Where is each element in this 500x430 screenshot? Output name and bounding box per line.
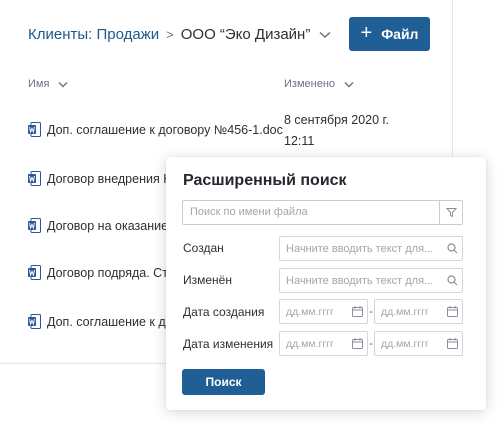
file-name: Договор подряда. Стро — [47, 265, 182, 280]
calendar-icon[interactable] — [442, 338, 462, 349]
created-by-placeholder: Начните вводить текст для... — [286, 242, 434, 255]
file-row[interactable]: Доп. соглашение к дого — [28, 314, 184, 329]
file-name: Доп. соглашение к дого — [47, 314, 184, 329]
date-range-separator: - — [369, 336, 373, 350]
created-date-from-input[interactable]: дд.мм.гггг — [279, 299, 368, 324]
calendar-icon[interactable] — [347, 338, 367, 349]
file-name: Доп. соглашение к договору №456-1.doc — [47, 122, 283, 137]
word-document-icon — [28, 171, 41, 186]
breadcrumb-separator: > — [166, 27, 174, 42]
created-label: Создан — [183, 241, 224, 255]
add-file-button[interactable]: + Файл — [349, 17, 430, 51]
add-file-label: Файл — [381, 26, 419, 42]
popup-title: Расширенный поиск — [183, 172, 347, 189]
created-date-to-input[interactable]: дд.мм.гггг — [374, 299, 463, 324]
chevron-down-icon — [344, 81, 354, 88]
date-placeholder: дд.мм.гггг — [286, 337, 334, 350]
word-document-icon — [28, 314, 41, 329]
search-icon — [442, 243, 462, 254]
word-document-icon — [28, 265, 41, 280]
file-name: Договор на оказание ус — [47, 218, 184, 233]
calendar-icon[interactable] — [347, 306, 367, 317]
search-icon — [442, 275, 462, 286]
date-placeholder: дд.мм.гггг — [381, 305, 429, 318]
file-row[interactable]: Договор подряда. Стро — [28, 265, 182, 280]
date-range-separator: - — [369, 304, 373, 318]
modified-date-label: Дата изменения — [183, 337, 274, 351]
search-button[interactable]: Поиск — [182, 369, 265, 395]
date-placeholder: дд.мм.гггг — [381, 337, 429, 350]
column-header-modified[interactable]: Изменено — [284, 78, 354, 90]
breadcrumb-current: ООО “Эко Дизайн” — [180, 26, 311, 43]
breadcrumb-link[interactable]: Клиенты: Продажи — [28, 26, 159, 43]
advanced-search-popup: Расширенный поиск Поиск по имени файла С… — [166, 157, 486, 410]
modified-time: 12:11 — [284, 134, 315, 148]
chevron-down-icon — [58, 81, 68, 88]
plus-icon: + — [360, 22, 373, 44]
filter-icon[interactable] — [439, 201, 462, 224]
calendar-icon[interactable] — [442, 306, 462, 317]
file-name: Договор внедрения К-0 — [47, 171, 182, 186]
column-name-label: Имя — [28, 78, 50, 90]
modified-date-to-input[interactable]: дд.мм.гггг — [374, 331, 463, 356]
date-placeholder: дд.мм.гггг — [286, 305, 334, 318]
column-header-name[interactable]: Имя — [28, 78, 68, 90]
modified-by-input[interactable]: Начните вводить текст для... — [279, 268, 463, 293]
file-row[interactable]: Договор на оказание ус — [28, 218, 184, 233]
breadcrumb: Клиенты: Продажи > ООО “Эко Дизайн” — [28, 26, 331, 43]
created-by-input[interactable]: Начните вводить текст для... — [279, 236, 463, 261]
filename-search-placeholder: Поиск по имени файла — [190, 206, 308, 218]
modified-date: 8 сентября 2020 г. — [284, 113, 390, 127]
modified-date-from-input[interactable]: дд.мм.гггг — [279, 331, 368, 356]
word-document-icon — [28, 218, 41, 233]
column-modified-label: Изменено — [284, 78, 336, 90]
chevron-down-icon[interactable] — [319, 31, 331, 39]
filename-search-input[interactable]: Поиск по имени файла — [182, 200, 463, 225]
word-document-icon — [28, 122, 41, 137]
file-row[interactable]: Доп. соглашение к договору №456-1.doc — [28, 122, 283, 137]
created-date-label: Дата создания — [183, 305, 265, 319]
modified-by-placeholder: Начните вводить текст для... — [286, 274, 434, 287]
file-row[interactable]: Договор внедрения К-0 — [28, 171, 182, 186]
modified-label: Изменён — [183, 273, 232, 287]
